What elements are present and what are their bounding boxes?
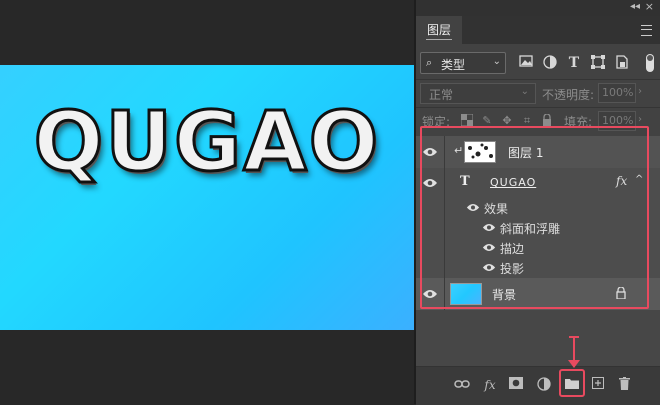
divider [444,136,445,168]
new-layer-icon[interactable] [590,377,606,393]
blend-mode-row: 正常 ⌄ 不透明度: 100% › [416,83,660,105]
effect-row[interactable]: 描边 [416,238,660,258]
layers-bottom-toolbar: fx [416,366,660,405]
lock-icon[interactable] [616,286,626,302]
layers-panel: ◂◂ × 图层 ⌕ 类型 ⌄ T 正常 ⌄ 不透明度: 100% › 锁定: ✎… [416,0,660,405]
document-canvas[interactable]: QUGAO [0,65,414,330]
opacity-label: 不透明度: [542,88,595,102]
layer-row-text[interactable]: T QUGAO fx ^ [416,168,660,198]
add-layer-style-icon[interactable]: fx [482,377,498,393]
layer-thumbnail [450,283,482,305]
blend-mode-value: 正常 [429,88,454,102]
chevron-right-icon[interactable]: › [638,86,642,97]
lock-image-pixels-icon[interactable]: ✎ [480,114,494,128]
divider [444,168,445,198]
layer-row-layer1[interactable]: ↵ 图层 1 [416,136,660,168]
filter-type-select[interactable]: ⌕ 类型 ⌄ [420,52,506,74]
layer-filter-row: ⌕ 类型 ⌄ T [416,50,660,78]
layer-name[interactable]: 图层 1 [508,144,543,161]
divider [444,238,445,258]
lock-transparent-pixels-icon[interactable] [460,113,474,128]
panel-tab-bar: 图层 [416,16,660,44]
image-filter-icon[interactable] [518,55,534,71]
visibility-eye-icon[interactable] [482,263,498,273]
new-adjustment-layer-icon[interactable] [536,377,552,393]
blend-mode-select[interactable]: 正常 ⌄ [420,83,536,104]
link-layers-icon[interactable] [454,377,470,393]
layer-name[interactable]: 背景 [492,286,516,303]
adjustment-filter-icon[interactable] [542,55,558,71]
fx-icon[interactable]: fx [616,174,627,188]
lock-label: 锁定: [422,115,451,129]
filter-type-label: 类型 [441,58,466,72]
visibility-eye-icon[interactable] [422,289,438,299]
lock-artboard-icon[interactable]: ⌗ [520,114,534,128]
tab-layers[interactable]: 图层 [416,16,462,44]
visibility-eye-icon[interactable] [482,243,498,253]
divider [444,258,445,278]
layers-list: ↵ 图层 1 T QUGAO fx ^ 效果 斜面和浮雕 描边 投影 背景 [416,136,660,366]
effects-label: 效果 [484,202,509,216]
clipping-arrow-icon: ↵ [454,144,464,157]
effect-row[interactable]: 投影 [416,258,660,278]
text-filter-icon[interactable]: T [566,55,582,71]
lock-position-icon[interactable]: ✥ [500,114,514,128]
chevron-right-icon[interactable]: › [638,114,642,125]
chevron-up-icon[interactable]: ^ [635,174,643,185]
fill-label: 填充: [564,115,593,129]
panel-menu-icon[interactable] [641,25,652,36]
artwork-text: QUGAO [32,94,381,192]
smart-object-filter-icon[interactable] [614,55,630,71]
chevron-down-icon: ⌄ [492,56,501,67]
search-icon: ⌕ [426,56,433,69]
opacity-input[interactable]: 100% [598,83,636,103]
text-layer-icon: T [460,174,470,189]
layer-name[interactable]: QUGAO [490,176,536,189]
shape-filter-icon[interactable] [590,55,606,71]
delete-layer-icon[interactable] [616,377,632,393]
visibility-eye-icon[interactable] [422,178,438,188]
effect-label: 描边 [500,242,525,256]
divider [444,218,445,238]
divider [416,79,660,80]
divider [416,107,660,108]
document-canvas-area: QUGAO [0,0,414,404]
layer-thumbnail [464,141,496,163]
fill-input[interactable]: 100% [598,111,636,131]
divider [444,278,445,310]
visibility-eye-icon[interactable] [422,147,438,157]
add-mask-icon[interactable] [508,377,524,393]
layer-row-background[interactable]: 背景 [416,278,660,310]
visibility-eye-icon[interactable] [482,223,498,233]
divider [444,198,445,218]
chevron-down-icon: ⌄ [520,86,529,97]
new-group-folder-icon[interactable] [564,377,580,393]
panel-top-bar: ◂◂ × [416,0,660,16]
visibility-eye-icon[interactable] [466,203,482,213]
effect-label: 斜面和浮雕 [500,222,561,236]
filter-toggle[interactable] [646,54,654,72]
annotation-arrow [568,336,580,368]
effect-row[interactable]: 斜面和浮雕 [416,218,660,238]
lock-row: 锁定: ✎ ✥ ⌗ 填充: 100% › [416,110,660,132]
collapse-icon[interactable]: ◂◂ [630,1,640,12]
close-icon[interactable]: × [645,0,654,13]
lock-all-icon[interactable] [540,113,554,128]
effects-header-row[interactable]: 效果 [416,198,660,218]
effect-label: 投影 [500,262,525,276]
